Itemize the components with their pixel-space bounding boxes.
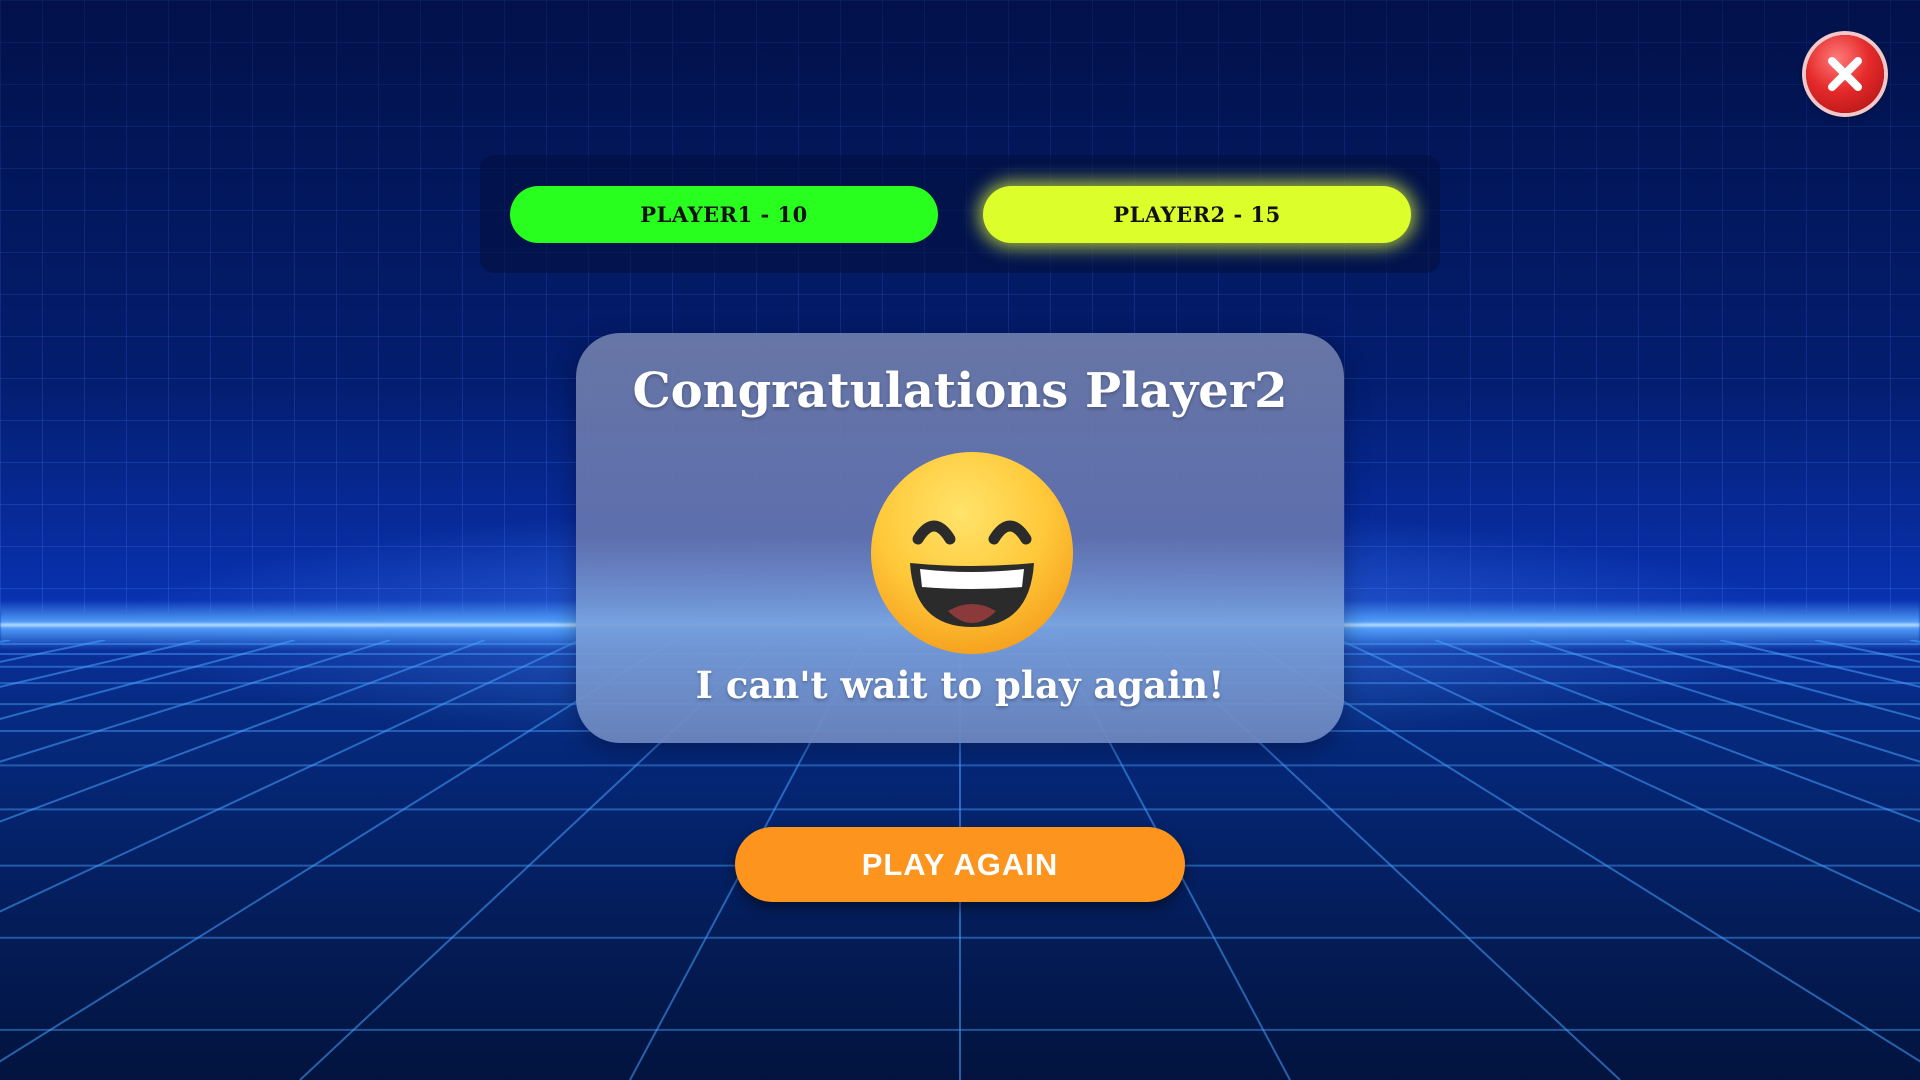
result-modal: Congratulations Player2 I can't wait to … <box>576 333 1344 743</box>
player1-score: PLAYER1 - 10 <box>510 186 938 243</box>
play-again-button[interactable]: PLAY AGAIN <box>735 827 1185 902</box>
game-over-screen: PLAYER1 - 10 PLAYER2 - 15 Congratulation… <box>0 0 1920 1080</box>
close-button[interactable] <box>1806 35 1884 113</box>
congratulations-title: Congratulations Player2 <box>632 363 1288 419</box>
player2-score: PLAYER2 - 15 <box>983 186 1411 243</box>
close-icon <box>1828 57 1862 91</box>
result-message: I can't wait to play again! <box>695 663 1225 707</box>
grinning-face-icon <box>871 452 1073 654</box>
